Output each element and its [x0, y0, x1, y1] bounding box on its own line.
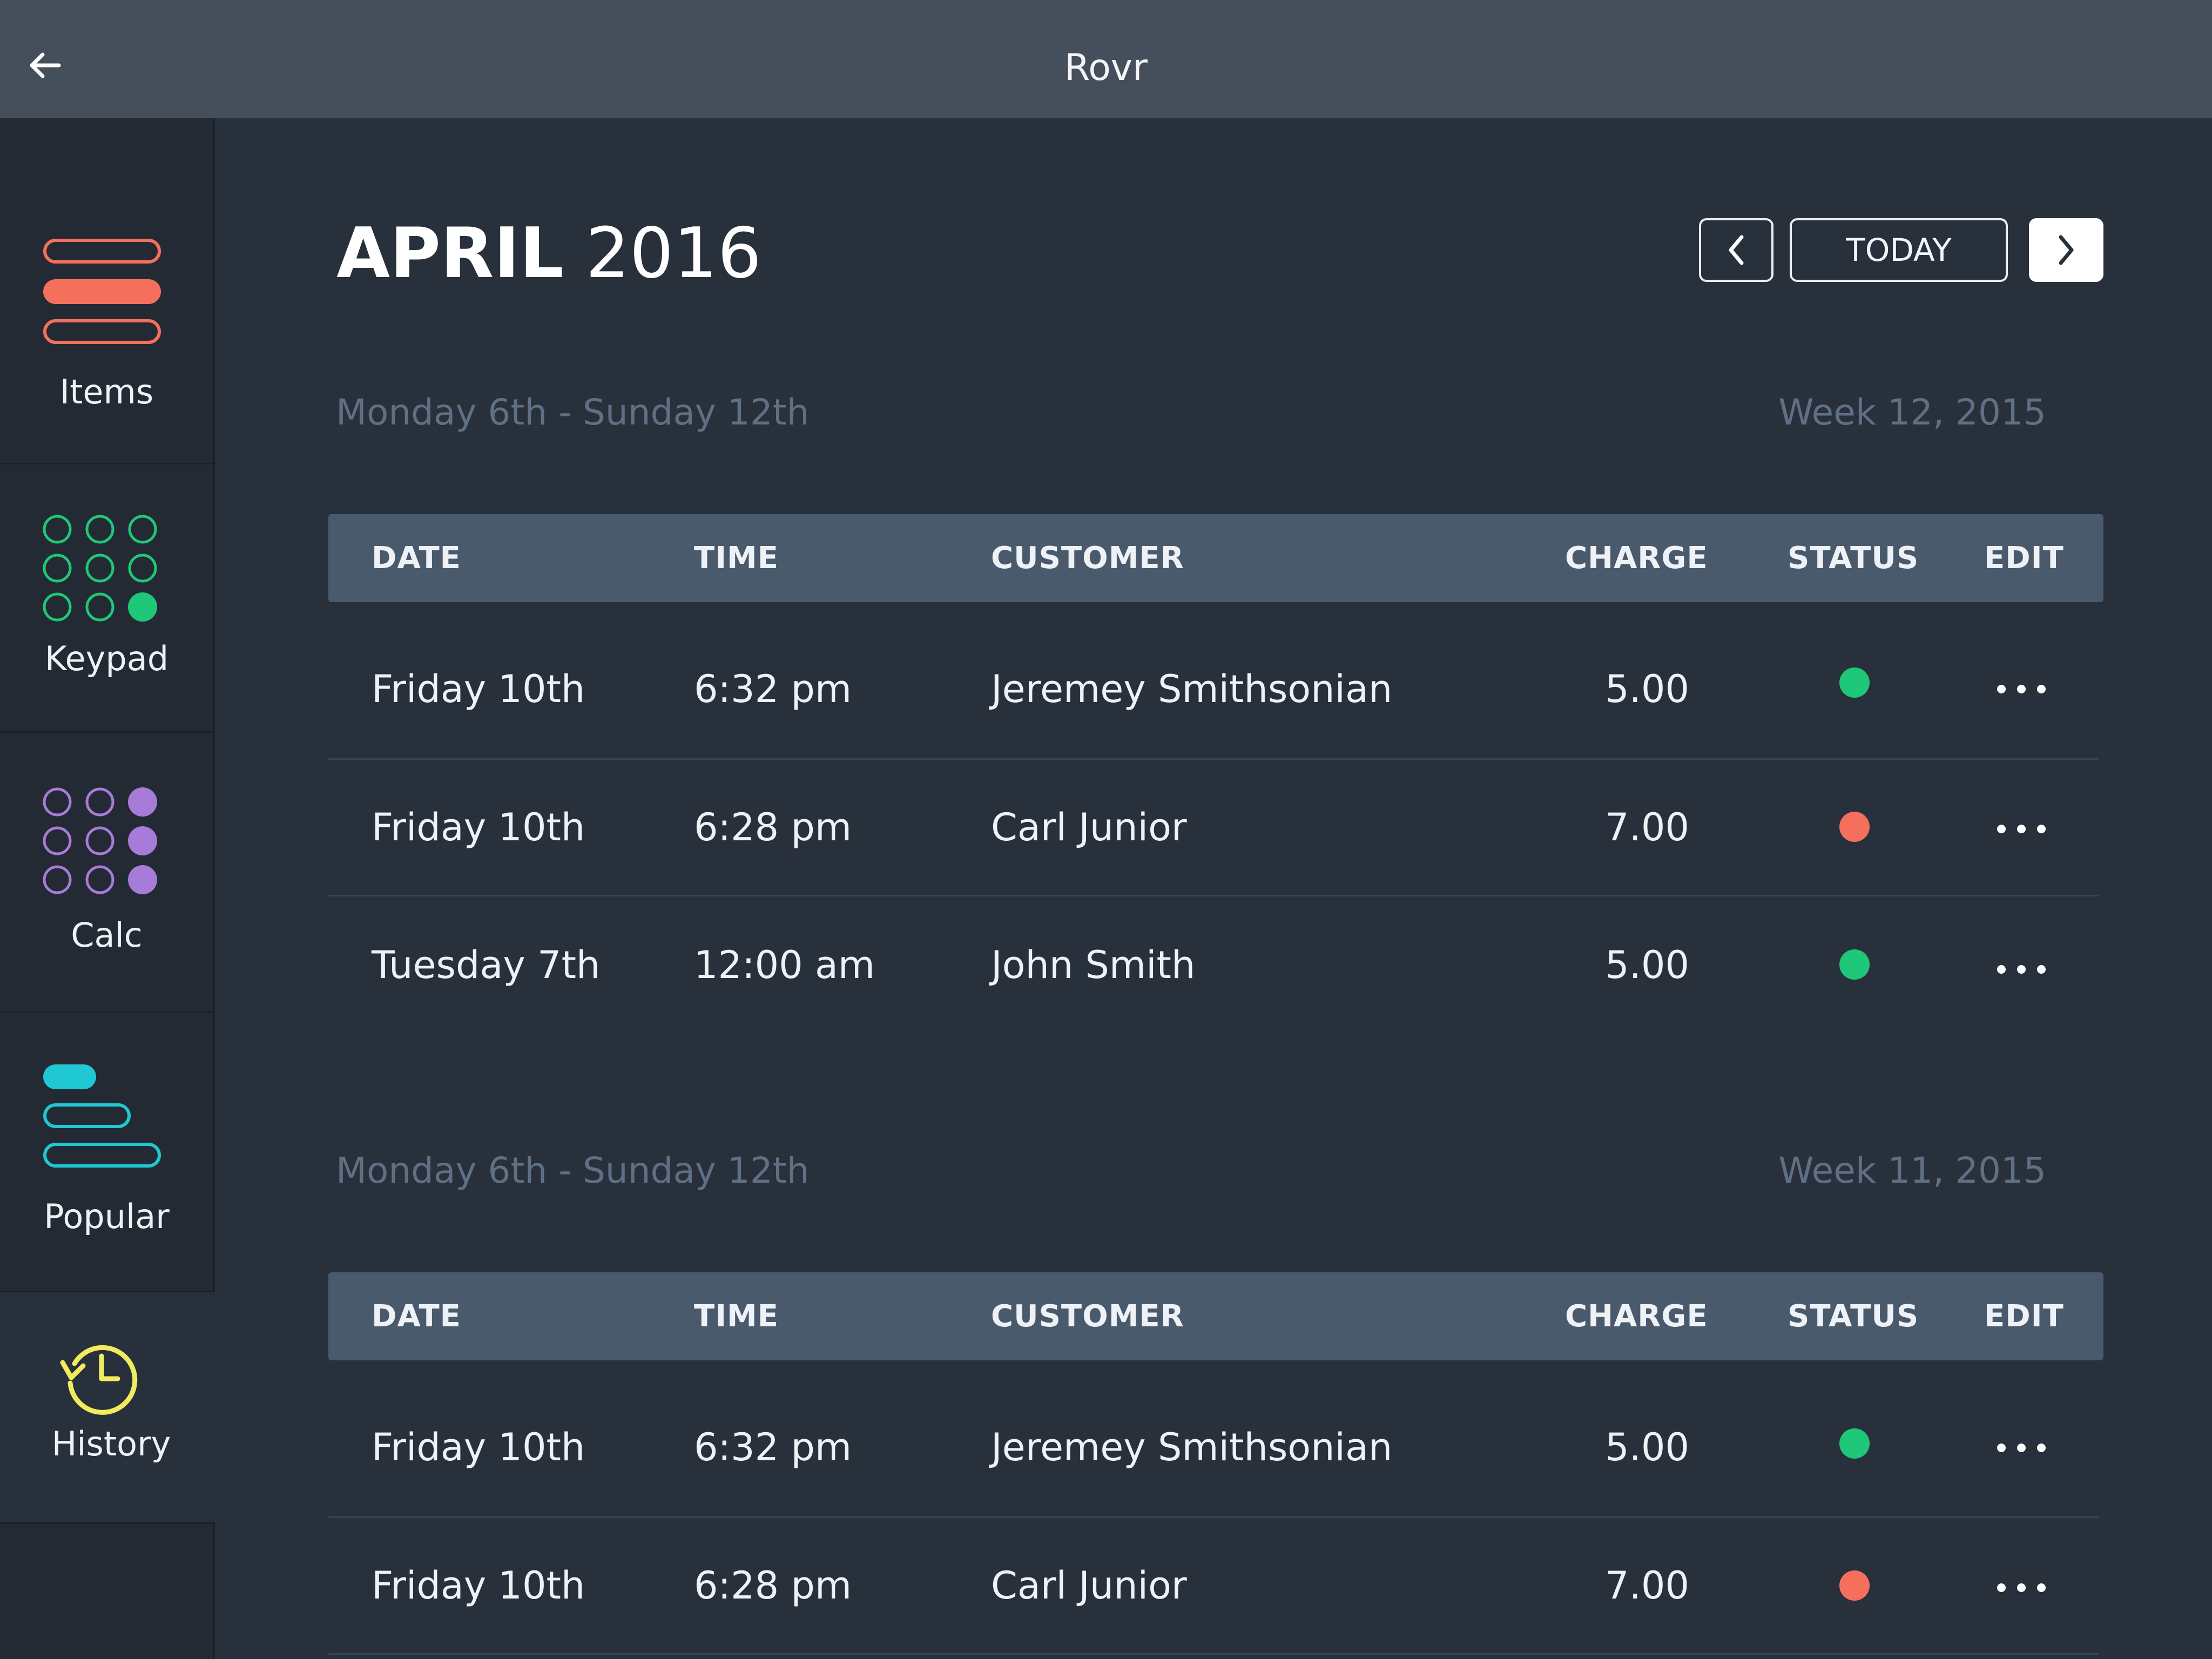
row-time: 6:32 pm — [694, 667, 852, 711]
popular-bars-icon — [43, 1064, 162, 1175]
week-number: Week 12, 2015 — [1778, 392, 2046, 433]
list-lines-icon — [43, 239, 162, 349]
column-charge[interactable]: CHARGE — [1565, 514, 1708, 602]
row-date: Friday 10th — [372, 805, 585, 849]
week-range: Monday 6th - Sunday 12th — [336, 1150, 810, 1191]
sidebar-item-calc[interactable]: Calc — [0, 733, 213, 1013]
column-customer[interactable]: CUSTOMER — [991, 1272, 1184, 1360]
more-options-icon[interactable] — [1997, 1583, 2046, 1594]
table-row[interactable]: Friday 10th 6:28 pm Carl Junior 7.00 — [328, 1518, 2099, 1655]
table-row[interactable]: Tuesday 7th 12:00 am John Smith 5.00 — [328, 896, 2099, 1034]
column-status[interactable]: STATUS — [1788, 514, 1919, 602]
table-row[interactable]: Friday 10th 6:32 pm Jeremey Smithsonian … — [328, 1379, 2099, 1518]
sidebar-item-history[interactable]: History — [0, 1292, 215, 1524]
status-dot — [1839, 1570, 1870, 1601]
sidebar: Items Keypad Calc Popular History — [0, 118, 215, 1659]
row-charge: 5.00 — [1605, 1425, 1689, 1469]
column-date[interactable]: DATE — [372, 514, 461, 602]
status-dot — [1839, 667, 1870, 698]
row-charge: 5.00 — [1605, 943, 1689, 987]
row-charge: 7.00 — [1605, 1563, 1689, 1608]
sidebar-item-popular[interactable]: Popular — [0, 1013, 213, 1292]
chevron-right-icon — [2059, 235, 2074, 265]
sidebar-item-label: Items — [59, 372, 154, 412]
row-charge: 7.00 — [1605, 805, 1689, 849]
row-charge: 5.00 — [1605, 667, 1689, 711]
table-header: DATE TIME CUSTOMER CHARGE STATUS EDIT — [328, 514, 2103, 602]
table-row[interactable]: Friday 10th 6:28 pm Carl Junior 7.00 — [328, 760, 2099, 896]
status-dot — [1839, 812, 1870, 842]
row-date: Tuesday 7th — [372, 943, 601, 987]
page-title: APRIL 2016 — [336, 211, 761, 297]
column-charge[interactable]: CHARGE — [1565, 1272, 1708, 1360]
keypad-grid-icon — [42, 514, 161, 635]
more-options-icon[interactable] — [1997, 685, 2046, 696]
sidebar-item-label: History — [51, 1424, 171, 1464]
row-time: 6:32 pm — [694, 1425, 852, 1469]
more-options-icon[interactable] — [1997, 1444, 2046, 1454]
row-date: Friday 10th — [372, 667, 585, 711]
sidebar-item-keypad[interactable]: Keypad — [0, 464, 213, 733]
next-month-button[interactable] — [2029, 218, 2103, 282]
row-customer: Jeremey Smithsonian — [991, 1425, 1393, 1469]
sidebar-empty-slot — [0, 1524, 213, 1659]
sidebar-item-label: Popular — [44, 1197, 170, 1236]
table-header: DATE TIME CUSTOMER CHARGE STATUS EDIT — [328, 1272, 2103, 1360]
table-row[interactable]: Friday 10th 6:32 pm Jeremey Smithsonian … — [328, 621, 2099, 760]
column-time[interactable]: TIME — [694, 514, 779, 602]
column-customer[interactable]: CUSTOMER — [991, 514, 1184, 602]
column-edit[interactable]: EDIT — [1984, 1272, 2064, 1360]
status-dot — [1839, 949, 1870, 980]
year-label: 2016 — [585, 213, 762, 294]
row-time: 6:28 pm — [694, 805, 852, 849]
column-time[interactable]: TIME — [694, 1272, 779, 1360]
app-title: Rovr — [1064, 46, 1148, 89]
history-clock-icon — [58, 1336, 139, 1419]
row-customer: John Smith — [991, 943, 1196, 987]
previous-month-button[interactable] — [1699, 218, 1773, 282]
month-label: APRIL — [336, 213, 564, 294]
row-date: Friday 10th — [372, 1563, 585, 1608]
row-date: Friday 10th — [372, 1425, 585, 1469]
status-dot — [1839, 1428, 1870, 1459]
column-edit[interactable]: EDIT — [1984, 514, 2064, 602]
more-options-icon[interactable] — [1997, 965, 2046, 976]
sidebar-item-items[interactable]: Items — [0, 118, 213, 464]
column-status[interactable]: STATUS — [1788, 1272, 1919, 1360]
sidebar-item-label: Keypad — [44, 639, 169, 678]
row-time: 12:00 am — [694, 943, 875, 987]
row-time: 6:28 pm — [694, 1563, 852, 1608]
more-options-icon[interactable] — [1997, 825, 2046, 835]
sidebar-item-label: Calc — [71, 915, 143, 955]
row-customer: Carl Junior — [991, 805, 1187, 849]
row-customer: Jeremey Smithsonian — [991, 667, 1393, 711]
column-date[interactable]: DATE — [372, 1272, 461, 1360]
chevron-left-icon — [1729, 235, 1744, 265]
week-range: Monday 6th - Sunday 12th — [336, 392, 810, 433]
today-button[interactable]: TODAY — [1790, 218, 2008, 282]
row-customer: Carl Junior — [991, 1563, 1187, 1608]
calculator-grid-icon — [42, 787, 161, 908]
top-bar: Rovr — [0, 0, 2212, 118]
week-number: Week 11, 2015 — [1778, 1150, 2046, 1191]
